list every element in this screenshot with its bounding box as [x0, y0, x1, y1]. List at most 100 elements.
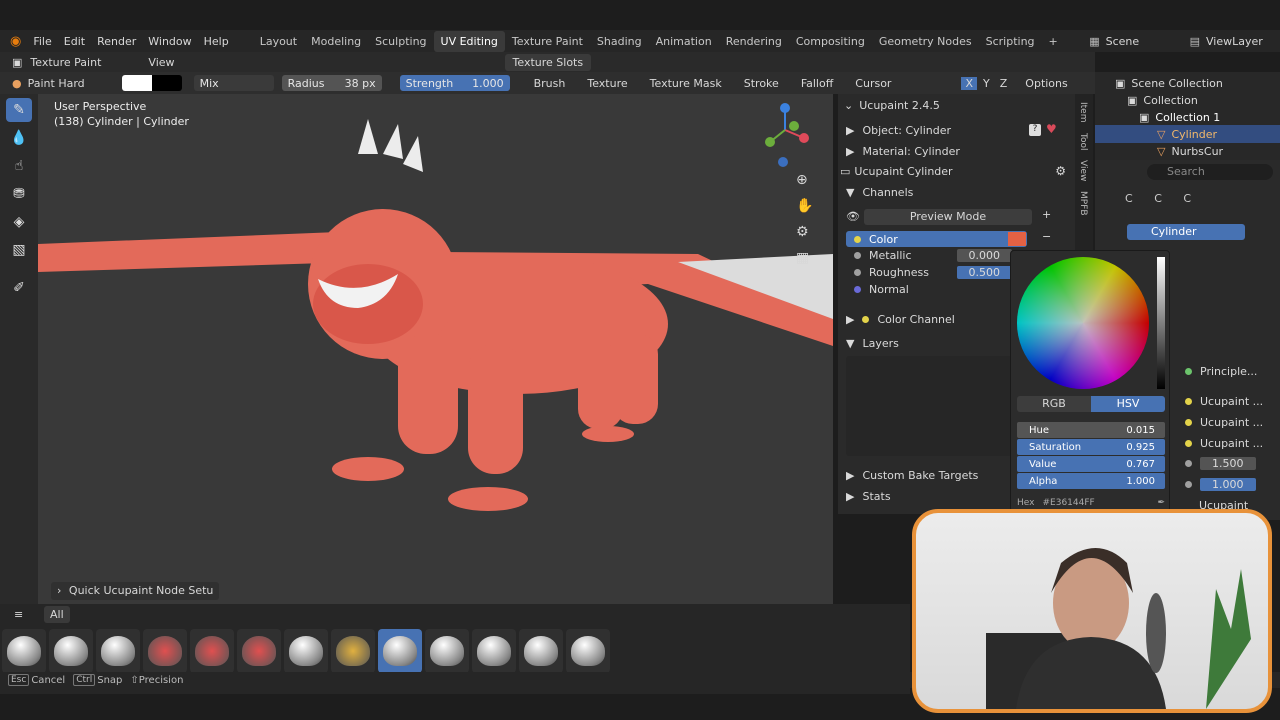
editor-type-icon[interactable]: ▣: [12, 56, 22, 69]
brush-thumb[interactable]: [331, 629, 375, 673]
eyedropper-icon[interactable]: ✒: [1157, 498, 1165, 508]
node-item[interactable]: Ucupaint ...: [1185, 392, 1263, 410]
color-swatch-primary[interactable]: [121, 75, 152, 91]
3d-viewport[interactable]: User Perspective (138) Cylinder | Cylind…: [38, 94, 833, 624]
menu-window[interactable]: Window: [142, 35, 197, 48]
menu-falloff[interactable]: Falloff: [801, 77, 833, 90]
options-dropdown[interactable]: Options: [1025, 77, 1067, 90]
brush-thumb[interactable]: [284, 629, 328, 673]
draw-tool-icon[interactable]: ✎: [6, 98, 32, 122]
hsv-mode-button[interactable]: HSV: [1091, 396, 1165, 412]
fill-tool-icon[interactable]: ◈: [6, 210, 32, 234]
axis-z-toggle[interactable]: Z: [996, 77, 1012, 90]
brush-thumb[interactable]: [96, 629, 140, 673]
channel-roughness[interactable]: Roughness 0.500: [854, 263, 1012, 281]
hamburger-menu-icon[interactable]: ≡: [14, 608, 23, 621]
smear-tool-icon[interactable]: ☝: [6, 154, 32, 178]
blender-logo-icon[interactable]: ◉: [10, 34, 21, 49]
remove-channel-button[interactable]: −: [1042, 230, 1051, 243]
brush-thumb[interactable]: [519, 629, 563, 673]
value-row[interactable]: 1.000: [1185, 475, 1256, 493]
ucupaint-title-row[interactable]: ⌄ Ucupaint 2.4.5: [844, 96, 940, 114]
brush-name[interactable]: Paint Hard: [28, 77, 122, 90]
add-workspace-button[interactable]: +: [1042, 31, 1065, 52]
value-field-2[interactable]: 1.000: [1200, 477, 1256, 491]
custom-bake-row[interactable]: ▶ Custom Bake Targets: [846, 466, 978, 484]
mask-tool-icon[interactable]: ▧: [6, 238, 32, 262]
crumb[interactable]: C: [1154, 192, 1162, 205]
rgb-mode-button[interactable]: RGB: [1017, 396, 1091, 412]
annotate-tool-icon[interactable]: ✐: [6, 276, 32, 300]
menu-cursor[interactable]: Cursor: [855, 77, 891, 90]
preview-mode-button[interactable]: Preview Mode: [864, 209, 1032, 225]
brush-thumb[interactable]: [49, 629, 93, 673]
brush-thumb[interactable]: [2, 629, 46, 673]
object-row[interactable]: ▶ Object: Cylinder: [846, 121, 951, 139]
tab-view[interactable]: View: [1078, 160, 1088, 181]
axis-y-toggle[interactable]: Y: [979, 77, 994, 90]
value-slider[interactable]: [1157, 257, 1165, 389]
brush-thumb[interactable]: [143, 629, 187, 673]
tab-sculpting[interactable]: Sculpting: [368, 31, 433, 52]
tab-shading[interactable]: Shading: [590, 31, 649, 52]
node-item[interactable]: Principle...: [1185, 362, 1257, 380]
soften-tool-icon[interactable]: 💧: [6, 126, 32, 150]
hue-slider[interactable]: Hue 0.015: [1017, 422, 1165, 438]
outliner-item-nurbs[interactable]: ▽ NurbsCur: [1157, 142, 1223, 160]
brush-thumb[interactable]: [425, 629, 469, 673]
settings-gear-icon[interactable]: ⚙: [1055, 164, 1066, 178]
menu-texture[interactable]: Texture: [587, 77, 627, 90]
tab-layout[interactable]: Layout: [253, 31, 304, 52]
object-name-field[interactable]: Cylinder: [1127, 224, 1245, 240]
outliner-item-scene-collection[interactable]: ▣ Scene Collection: [1115, 74, 1223, 92]
tab-compositing[interactable]: Compositing: [789, 31, 872, 52]
help-icon[interactable]: ?: [1029, 124, 1041, 136]
pan-hand-icon[interactable]: ✋: [796, 198, 813, 214]
value-field-1[interactable]: 1.500: [1200, 456, 1256, 470]
channel-color-swatch[interactable]: [1008, 232, 1026, 246]
color-swatch-secondary[interactable]: [151, 75, 182, 91]
channel-roughness-value[interactable]: 0.500: [956, 265, 1012, 279]
outliner-item-cylinder[interactable]: ▽ Cylinder: [1095, 125, 1280, 143]
tab-modeling[interactable]: Modeling: [304, 31, 368, 52]
hex-value[interactable]: #E36144FF: [1042, 498, 1094, 508]
mode-selector[interactable]: Texture Paint: [30, 56, 120, 69]
menu-file[interactable]: File: [27, 35, 57, 48]
menu-help[interactable]: Help: [198, 35, 235, 48]
channel-metallic-value[interactable]: 0.000: [956, 248, 1012, 262]
quick-setup-button[interactable]: › Quick Ucupaint Node Setu: [51, 582, 220, 600]
ucupaint-name-row[interactable]: ▭ Ucupaint Cylinder ⚙: [840, 162, 1066, 180]
tab-geometry-nodes[interactable]: Geometry Nodes: [872, 31, 979, 52]
properties-search[interactable]: Search: [1147, 164, 1273, 180]
layers-list[interactable]: [846, 356, 1012, 456]
brush-thumb-active[interactable]: [378, 629, 422, 673]
menu-edit[interactable]: Edit: [58, 35, 91, 48]
value-row[interactable]: 1.500: [1185, 454, 1256, 472]
tab-animation[interactable]: Animation: [649, 31, 719, 52]
dragon-model[interactable]: [38, 94, 833, 624]
material-row[interactable]: ▶ Material: Cylinder: [846, 142, 960, 160]
menu-stroke[interactable]: Stroke: [744, 77, 779, 90]
layers-header[interactable]: ▼ Layers: [846, 334, 899, 352]
brush-thumb[interactable]: [237, 629, 281, 673]
tab-texture-paint[interactable]: Texture Paint: [505, 31, 590, 52]
tab-tool[interactable]: Tool: [1078, 133, 1088, 150]
strength-field[interactable]: Strength 1.000: [399, 75, 510, 91]
menu-texture-mask[interactable]: Texture Mask: [650, 77, 722, 90]
alpha-slider[interactable]: Alpha 1.000: [1017, 473, 1165, 489]
brush-thumb[interactable]: [566, 629, 610, 673]
axis-x-toggle[interactable]: X: [961, 76, 978, 90]
view-layer-selector[interactable]: ViewLayer: [1200, 35, 1280, 48]
color-channel-row[interactable]: ▶ Color Channel: [846, 310, 955, 328]
stats-row[interactable]: ▶ Stats: [846, 487, 891, 505]
radius-field[interactable]: Radius 38 px: [281, 75, 382, 91]
value-field[interactable]: Value 0.767: [1017, 456, 1165, 472]
outliner-item-collection-1[interactable]: ▣ Collection 1: [1139, 108, 1220, 126]
scene-selector[interactable]: Scene: [1100, 35, 1190, 48]
tab-scripting[interactable]: Scripting: [979, 31, 1042, 52]
tab-all[interactable]: All: [44, 606, 70, 623]
crumb[interactable]: C: [1183, 192, 1191, 205]
tab-uv-editing[interactable]: UV Editing: [433, 30, 505, 52]
saturation-slider[interactable]: Saturation 0.925: [1017, 439, 1165, 455]
tab-item[interactable]: Item: [1078, 102, 1088, 123]
